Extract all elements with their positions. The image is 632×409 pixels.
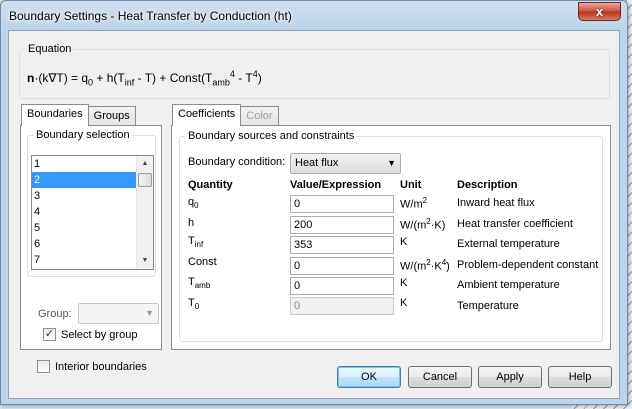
cancel-button[interactable]: Cancel xyxy=(408,366,472,388)
select-by-group-label: Select by group xyxy=(61,328,138,341)
tab-color: Color xyxy=(240,106,279,126)
scroll-up-icon[interactable]: ▲ xyxy=(137,156,153,172)
quantity-subscript: inf xyxy=(194,240,204,250)
quantity-const: Const xyxy=(188,256,217,268)
dialog-client-area: Equation n·(k∇T) = q0 + h(Tinf - T) + Co… xyxy=(8,30,620,399)
unit-text: ·K xyxy=(430,260,442,273)
checkbox-unchecked-icon[interactable] xyxy=(37,360,50,373)
boundary-selection-label: Boundary selection xyxy=(34,129,132,141)
chevron-down-icon: ▼ xyxy=(145,308,154,318)
unit-text: W/m xyxy=(400,198,423,211)
ok-button[interactable]: OK xyxy=(337,366,401,388)
chevron-down-icon: ▼ xyxy=(387,158,396,168)
value-field-h[interactable]: 200 xyxy=(290,216,394,234)
scroll-down-icon[interactable]: ▼ xyxy=(137,253,153,269)
quantity-symbol: T xyxy=(188,297,195,309)
quantity-symbol: T xyxy=(188,235,195,247)
equation-part: ) xyxy=(257,71,262,85)
unit-h: W/(m2·K) xyxy=(400,217,445,232)
quantity-subscript: 0 xyxy=(194,201,199,211)
description-q0: Inward heat flux xyxy=(457,197,535,209)
quantity-h: h xyxy=(188,217,195,229)
close-icon: x xyxy=(595,4,604,19)
list-item[interactable]: 6 xyxy=(32,236,136,252)
description-header: Description xyxy=(457,179,518,191)
title-bar[interactable]: Boundary Settings - Heat Transfer by Con… xyxy=(1,1,627,31)
select-by-group-checkbox[interactable]: ✓ Select by group xyxy=(43,328,137,341)
tab-boundaries[interactable]: Boundaries xyxy=(21,104,89,126)
boundary-condition-select[interactable]: Heat flux ▼ xyxy=(290,153,401,174)
apply-button[interactable]: Apply xyxy=(478,366,542,388)
list-item[interactable]: 4 xyxy=(32,204,136,220)
list-item[interactable]: 7 xyxy=(32,252,136,268)
equation-part: - T) + Const(T xyxy=(134,71,213,85)
value-field-tamb[interactable]: 0 xyxy=(290,277,394,295)
unit-sup: 2 xyxy=(422,196,428,205)
equation-label: Equation xyxy=(26,43,74,55)
boundary-condition-value: Heat flux xyxy=(295,157,339,169)
close-button[interactable]: x xyxy=(578,2,621,21)
equation-part: ·(k∇T) = q xyxy=(34,71,89,85)
quantity-subscript: 0 xyxy=(194,302,200,312)
unit-text: ·K) xyxy=(430,219,446,232)
list-item[interactable]: 3 xyxy=(32,188,136,204)
equation-part: + h(T xyxy=(93,71,125,85)
value-field-t0: 0 xyxy=(290,297,394,315)
boundary-settings-dialog: Boundary Settings - Heat Transfer by Con… xyxy=(0,0,628,405)
description-const: Problem-dependent constant xyxy=(457,259,599,271)
list-item[interactable]: 1 xyxy=(32,156,136,172)
checkbox-checked-icon[interactable]: ✓ xyxy=(43,328,56,341)
quantity-t0: T0 xyxy=(188,297,199,311)
unit-tamb: K xyxy=(400,277,408,289)
listbox-scrollbar[interactable]: ▲ ▼ xyxy=(136,156,153,269)
quantity-symbol: T xyxy=(188,276,195,288)
interior-boundaries-label: Interior boundaries xyxy=(55,360,147,373)
quantity-header: Quantity xyxy=(188,179,233,191)
quantity-tinf: Tinf xyxy=(188,235,203,249)
interior-boundaries-checkbox[interactable]: Interior boundaries xyxy=(37,360,147,373)
unit-text: ) xyxy=(446,260,450,273)
coefficients-panel: Boundary sources and constraints Boundar… xyxy=(171,125,611,350)
quantity-q0: q0 xyxy=(188,196,199,210)
description-h: Heat transfer coefficient xyxy=(457,218,573,230)
list-item[interactable]: 5 xyxy=(32,220,136,236)
unit-t0: K xyxy=(400,297,408,309)
description-t0: Temperature xyxy=(457,300,519,312)
unit-const: W/(m2·K4) xyxy=(400,258,450,273)
quantity-subscript: amb xyxy=(194,281,211,291)
tab-coefficients[interactable]: Coefficients xyxy=(172,104,242,126)
boundary-condition-label: Boundary condition: xyxy=(188,156,286,168)
value-field-q0[interactable]: 0 xyxy=(290,195,394,213)
scroll-thumb[interactable] xyxy=(138,173,152,187)
value-field-const[interactable]: 0 xyxy=(290,257,394,275)
unit-text: W/(m xyxy=(400,219,427,232)
boundary-listbox[interactable]: 1 2 3 4 5 6 7 ▲ ▼ xyxy=(31,155,154,270)
quantity-tamb: Tamb xyxy=(188,276,210,290)
unit-text: W/(m xyxy=(400,260,427,273)
unit-tinf: K xyxy=(400,236,408,248)
unit-q0: W/m2 xyxy=(400,196,427,211)
boundaries-panel: Boundary selection 1 2 3 4 5 6 7 ▲ ▼ Gro… xyxy=(20,125,162,350)
value-header: Value/Expression xyxy=(290,179,382,191)
description-tamb: Ambient temperature xyxy=(457,279,560,291)
equation-sub: amb xyxy=(212,77,230,88)
group-select[interactable]: ▼ xyxy=(78,303,159,324)
boundary-sources-label: Boundary sources and constraints xyxy=(186,130,357,142)
tab-groups[interactable]: Groups xyxy=(87,106,136,126)
description-tinf: External temperature xyxy=(457,238,560,250)
group-label: Group: xyxy=(38,308,72,320)
window-title: Boundary Settings - Heat Transfer by Con… xyxy=(9,9,292,23)
unit-header: Unit xyxy=(400,179,422,191)
equation-part: - T xyxy=(234,71,253,85)
value-field-tinf[interactable]: 353 xyxy=(290,236,394,254)
equation-text: n·(k∇T) = q0 + h(Tinf - T) + Const(Tamb4… xyxy=(27,69,262,87)
equation-sub: inf xyxy=(124,77,135,88)
list-item-selected[interactable]: 2 xyxy=(32,172,136,188)
help-button[interactable]: Help xyxy=(548,366,612,388)
